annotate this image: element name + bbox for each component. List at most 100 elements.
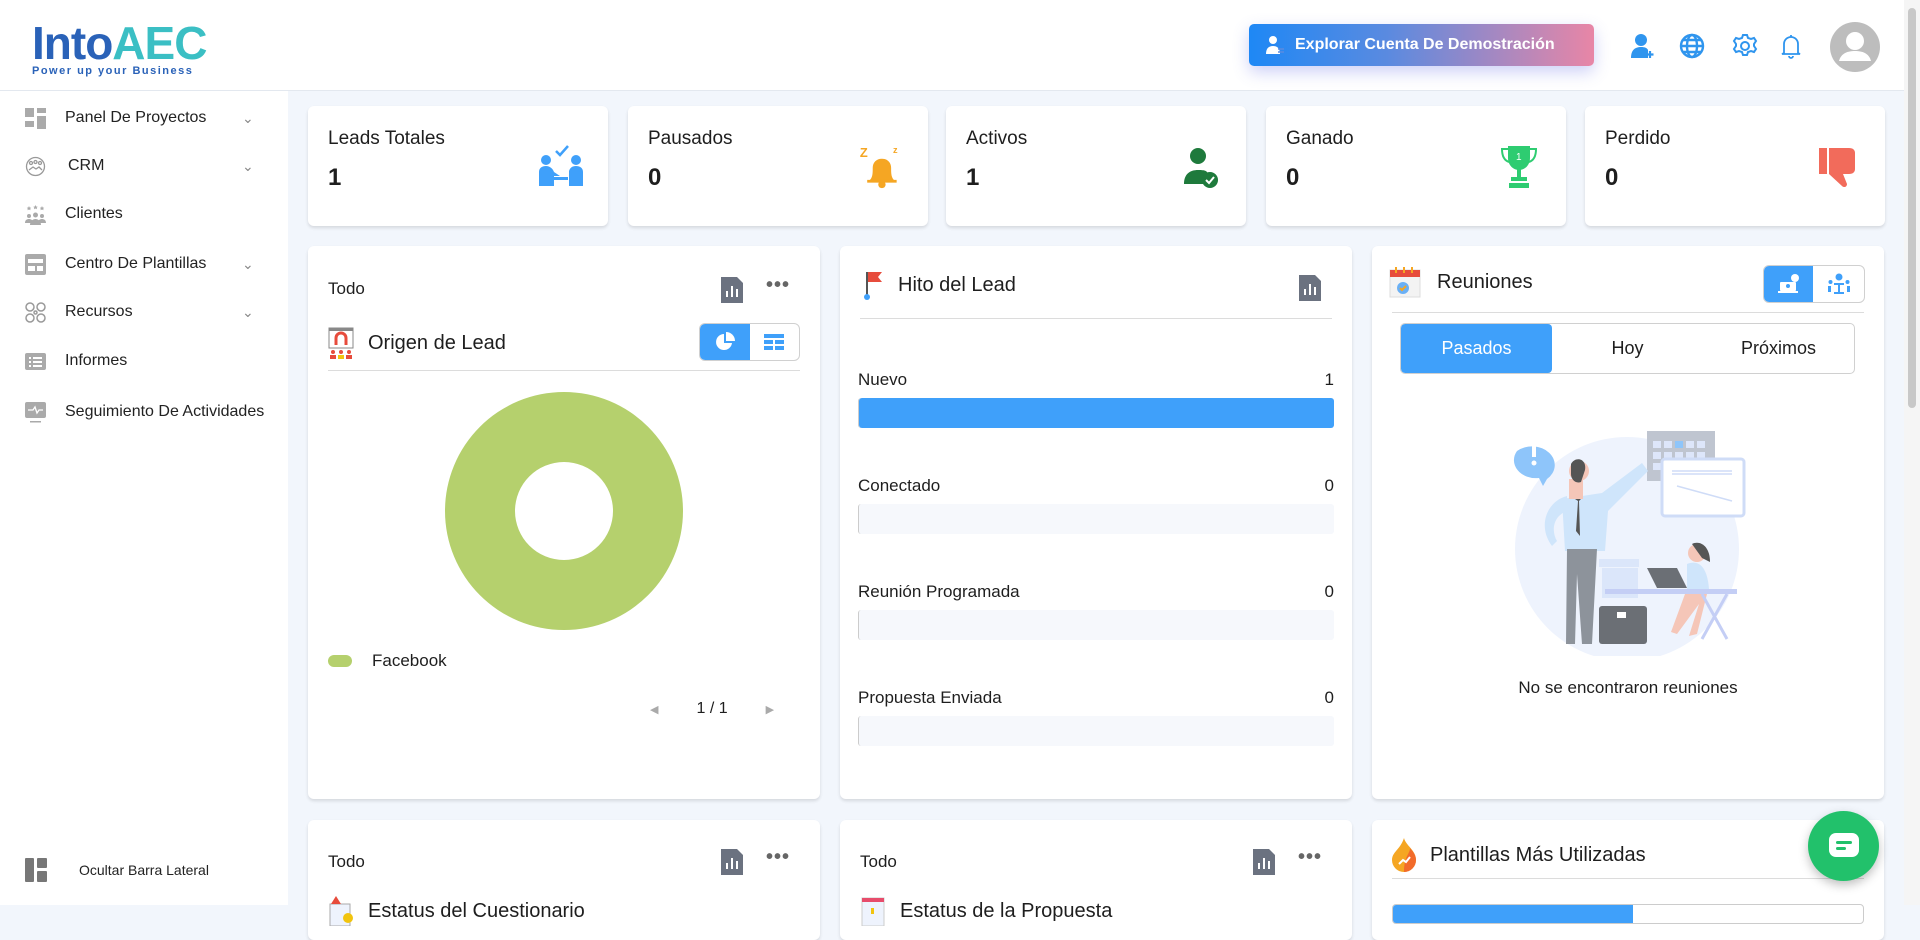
logo-text: Into — [32, 17, 113, 69]
stat-card-ganado[interactable]: Ganado 0 1 — [1266, 106, 1566, 226]
in-person-meeting-view-button[interactable] — [1813, 266, 1864, 302]
sidebar-toggle-icon — [25, 858, 47, 882]
more-options-icon[interactable]: ••• — [766, 274, 790, 297]
milestone-row: Reunión Programada 0 — [858, 582, 1334, 640]
report-chart-icon[interactable] — [721, 849, 743, 875]
tab-proximos[interactable]: Próximos — [1703, 324, 1854, 373]
sidebar-item-label: CRM — [68, 157, 105, 174]
page-scrollbar[interactable] — [1904, 0, 1920, 905]
report-chart-icon[interactable] — [1253, 849, 1275, 875]
card-title: Hito del Lead — [862, 270, 1016, 300]
divider — [1392, 312, 1864, 313]
sidebar-item-clientes[interactable]: Clientes — [0, 194, 288, 234]
most-used-templates-card: Plantillas Más Utilizadas — [1372, 820, 1884, 940]
notification-bell-icon[interactable] — [1777, 32, 1805, 60]
milestone-row: Propuesta Enviada 0 — [858, 688, 1334, 746]
more-options-icon[interactable]: ••• — [1298, 846, 1322, 869]
chart-legend-item[interactable]: Facebook — [328, 651, 447, 671]
thumbs-down-icon — [1819, 148, 1855, 188]
report-chart-icon[interactable] — [721, 277, 743, 303]
chevron-down-icon: ⌄ — [242, 157, 254, 174]
sidebar-item-panel-de-proyectos[interactable]: Panel De Proyectos ⌄ — [0, 98, 288, 138]
add-user-icon[interactable] — [1629, 32, 1657, 60]
avatar-person-icon — [1839, 32, 1871, 61]
top-header: IntoAEC Power up your Business Explorar … — [0, 0, 1904, 91]
template-icon — [25, 253, 46, 275]
stat-card-leads-totales[interactable]: Leads Totales 1 — [308, 106, 608, 226]
milestone-progress-fill — [859, 398, 1334, 428]
settings-gear-icon[interactable] — [1731, 32, 1759, 60]
legend-swatch — [328, 655, 352, 667]
tab-pasados[interactable]: Pasados — [1401, 324, 1552, 373]
empty-state-message: No se encontraron reuniones — [1518, 678, 1738, 697]
sidebar-item-informes[interactable]: Informes — [0, 341, 288, 381]
sidebar-item-centro-de-plantillas[interactable]: Centro De Plantillas ⌄ — [0, 244, 288, 284]
stat-value: 0 — [1605, 164, 1619, 191]
sidebar-item-label: Panel De Proyectos — [65, 109, 207, 126]
demo-button-label: Explorar Cuenta De Demostración — [1295, 36, 1555, 53]
user-avatar[interactable] — [1830, 22, 1880, 72]
card-title: Reuniones — [1389, 266, 1533, 298]
sidebar-item-crm[interactable]: CRM ⌄ — [0, 146, 288, 186]
online-meeting-view-button[interactable] — [1764, 266, 1814, 302]
svg-text:Z: Z — [860, 145, 868, 160]
meetings-view-toggle — [1763, 265, 1865, 303]
milestone-label: Propuesta Enviada — [858, 688, 1002, 707]
stat-card-activos[interactable]: Activos 1 — [946, 106, 1246, 226]
card-title: Plantillas Más Utilizadas — [1392, 838, 1646, 872]
table-view-button[interactable] — [750, 324, 800, 360]
meetings-tabs: Pasados Hoy Próximos — [1400, 323, 1855, 374]
user-demo-icon — [1266, 36, 1284, 54]
prev-page-icon[interactable]: ◀ — [650, 703, 658, 716]
sidebar-item-label: Recursos — [65, 303, 133, 320]
card-title-text: Plantillas Más Utilizadas — [1430, 843, 1646, 866]
stat-card-pausados[interactable]: Pausados 0 Zz — [628, 106, 928, 226]
milestone-row: Conectado 0 — [858, 476, 1334, 534]
tab-hoy[interactable]: Hoy — [1552, 324, 1703, 373]
empty-meetings-illustration — [1513, 431, 1746, 656]
donut-slice-facebook[interactable] — [445, 392, 683, 630]
explore-demo-button[interactable]: Explorar Cuenta De Demostración — [1249, 24, 1594, 66]
resources-icon — [25, 301, 46, 323]
more-options-icon[interactable]: ••• — [766, 846, 790, 869]
leads-meeting-icon — [539, 145, 583, 186]
svg-text:z: z — [893, 145, 898, 155]
stat-value: 1 — [328, 164, 342, 191]
chat-support-button[interactable] — [1808, 811, 1879, 881]
milestone-count: 1 — [1324, 370, 1334, 389]
milestone-progress-bar — [858, 504, 1334, 534]
activity-monitor-icon — [25, 401, 46, 422]
questionnaire-status-card: Todo ••• Estatus del Cuestionario — [308, 820, 820, 940]
proposal-document-icon — [861, 897, 885, 926]
milestone-count: 0 — [1324, 688, 1334, 707]
sidebar-item-recursos[interactable]: Recursos ⌄ — [0, 292, 288, 332]
template-usage-bar — [1392, 904, 1864, 924]
globe-icon[interactable] — [1678, 32, 1706, 60]
next-page-icon[interactable]: ▶ — [766, 703, 774, 716]
hide-sidebar-label: Ocultar Barra Lateral — [79, 862, 209, 878]
report-chart-icon[interactable] — [1299, 275, 1321, 301]
milestone-flag-icon — [864, 272, 882, 300]
stat-label: Ganado — [1286, 128, 1354, 149]
template-usage-fill — [1393, 905, 1633, 923]
brand-logo[interactable]: IntoAEC Power up your Business — [30, 10, 220, 80]
stat-card-perdido[interactable]: Perdido 0 — [1585, 106, 1885, 226]
calendar-check-icon — [1389, 267, 1421, 298]
sidebar-item-label: Seguimiento De Actividades — [65, 403, 265, 420]
filter-label[interactable]: Todo — [860, 852, 897, 872]
filter-label[interactable]: Todo — [328, 279, 365, 299]
filter-label[interactable]: Todo — [328, 852, 365, 872]
hide-sidebar-button[interactable]: Ocultar Barra Lateral — [25, 858, 209, 882]
pie-chart-icon — [715, 332, 735, 350]
card-title-text: Hito del Lead — [898, 273, 1016, 296]
stat-label: Pausados — [648, 128, 733, 149]
lead-source-donut-chart — [445, 392, 683, 630]
page-indicator: 1 / 1 — [696, 700, 728, 717]
scrollbar-thumb[interactable] — [1908, 8, 1916, 408]
pie-view-button[interactable] — [700, 324, 750, 360]
meeting-room-icon — [1827, 273, 1850, 294]
legend-label: Facebook — [372, 651, 447, 670]
chevron-down-icon: ⌄ — [242, 303, 254, 320]
meetings-card: Reuniones Pasados Hoy Próximos No se enc… — [1372, 246, 1884, 799]
sidebar-item-seguimiento-de-actividades[interactable]: Seguimiento De Actividades — [0, 392, 288, 432]
